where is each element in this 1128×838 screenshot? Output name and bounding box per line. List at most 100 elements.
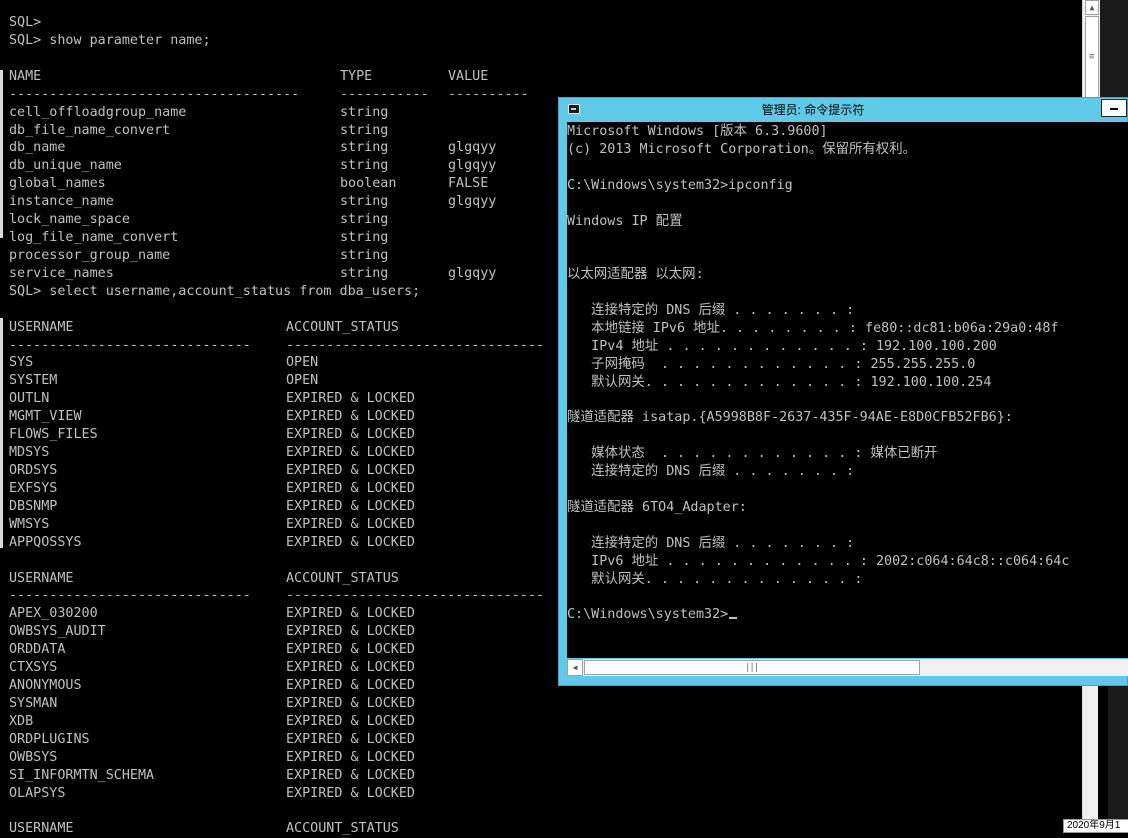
cell: EXPIRED & LOCKED bbox=[286, 391, 415, 407]
console-line: 媒体状态 . . . . . . . . . . . . : 媒体已断开 bbox=[567, 445, 937, 463]
cell: FLOWS_FILES bbox=[9, 427, 98, 443]
cell: OWBSYS_AUDIT bbox=[9, 624, 106, 640]
console-line: IPv4 地址 . . . . . . . . . . . . : 192.10… bbox=[567, 338, 997, 356]
cell: DBSNMP bbox=[9, 498, 58, 514]
selection-marker bbox=[0, 70, 3, 238]
cell: SYSTEM bbox=[9, 373, 58, 389]
console-text: 连接特定的 DNS 后缀 . . . . . . . : bbox=[567, 303, 855, 318]
cell: ------------------------------ bbox=[9, 337, 251, 353]
cell: processor_group_name bbox=[9, 247, 171, 263]
up-arrow-icon[interactable]: ▲ bbox=[1085, 0, 1099, 15]
console-line: Windows IP 配置 bbox=[567, 213, 682, 231]
cell: TYPE bbox=[340, 68, 373, 84]
console-text: 连接特定的 DNS 后缀 . . . . . . . : bbox=[567, 535, 855, 551]
cell: EXPIRED & LOCKED bbox=[286, 624, 415, 640]
column-header-row: USERNAME ACCOUNT_STATUS bbox=[9, 820, 1079, 838]
console-text: 默认网关. . . . . . . . . . . . . : 192.100.… bbox=[567, 374, 992, 390]
table-row: SI_INFORMTN_SCHEMA EXPIRED & LOCKED bbox=[9, 767, 1079, 785]
console-line: 连接特定的 DNS 后缀 . . . . . . . : bbox=[567, 535, 854, 553]
console-line: (c) 2013 Microsoft Corporation。保留所有权利。 bbox=[567, 141, 916, 159]
cell: ---------- bbox=[448, 86, 529, 102]
console-line: SQL> bbox=[9, 15, 42, 30]
cell: USERNAME bbox=[9, 319, 74, 335]
command-prompt-window[interactable]: 管理员: 命令提示符 Microsoft Windows [版本 6.3.960… bbox=[558, 97, 1128, 686]
left-arrow-icon[interactable]: ◀ bbox=[567, 659, 583, 676]
cell: MDSYS bbox=[9, 445, 50, 461]
window-titlebar[interactable]: 管理员: 命令提示符 bbox=[559, 98, 1127, 122]
cell: OPEN bbox=[286, 373, 319, 389]
console-line: 隧道适配器 6TO4_Adapter: bbox=[567, 499, 747, 517]
console-line: 默认网关. . . . . . . . . . . . . : bbox=[567, 571, 862, 589]
cell: log_file_name_convert bbox=[9, 230, 179, 246]
table-row: XDB EXPIRED & LOCKED bbox=[9, 713, 1079, 731]
minimize-button[interactable] bbox=[1101, 99, 1127, 117]
cell: string bbox=[340, 194, 389, 210]
cell: APEX_030200 bbox=[9, 606, 98, 622]
console-line: Microsoft Windows [版本 6.3.9600] bbox=[567, 123, 828, 141]
console-text: Windows IP 配置 bbox=[567, 213, 683, 229]
scroll-thumb[interactable]: ||| bbox=[584, 660, 920, 675]
cell: MGMT_VIEW bbox=[9, 409, 82, 425]
cell: EXPIRED & LOCKED bbox=[286, 785, 415, 801]
console-text: IPv4 地址 . . . . . . . . . . . . : 192.10… bbox=[567, 338, 997, 354]
cell: string bbox=[340, 230, 389, 246]
console-text: IPv6 地址 . . . . . . . . . . . . : 2002:c… bbox=[567, 553, 1070, 569]
cell: ORDPLUGINS bbox=[9, 731, 90, 747]
console-text: 媒体状态 . . . . . . . . . . . . : 媒体已断开 bbox=[567, 446, 938, 462]
console-text: 本地链接 IPv6 地址. . . . . . . . : fe80::dc81… bbox=[567, 320, 1059, 336]
table-row: OLAPSYS EXPIRED & LOCKED bbox=[9, 785, 1079, 803]
cell: EXPIRED & LOCKED bbox=[286, 445, 415, 461]
cell: -------------------------------- bbox=[286, 337, 544, 353]
cell: XDB bbox=[9, 713, 34, 729]
cell: USERNAME bbox=[9, 570, 74, 586]
selection-marker bbox=[0, 318, 3, 548]
column-header-row: NAME TYPE VALUE bbox=[9, 68, 1079, 86]
cell: lock_name_space bbox=[9, 212, 130, 228]
cell: ACCOUNT_STATUS bbox=[286, 821, 399, 837]
cell: string bbox=[340, 122, 389, 138]
cell: ACCOUNT_STATUS bbox=[286, 319, 399, 335]
console-text: Microsoft Windows [版本 6.3.9600] bbox=[567, 124, 828, 139]
console-text: C:\Windows\system32> bbox=[567, 607, 729, 623]
console-text: 子网掩码 . . . . . . . . . . . . : 255.255.2… bbox=[567, 356, 976, 372]
window-title: 管理员: 命令提示符 bbox=[761, 103, 865, 117]
cell: EXPIRED & LOCKED bbox=[286, 534, 415, 550]
window-edge bbox=[1098, 686, 1108, 831]
text-cursor bbox=[729, 617, 738, 620]
scroll-thumb[interactable]: ≡ bbox=[1085, 16, 1099, 100]
console-text: C:\Windows\system32>ipconfig bbox=[567, 177, 793, 193]
cell: string bbox=[340, 140, 389, 156]
command-prompt-line: C:\Windows\system32> bbox=[567, 606, 738, 624]
cell: USERNAME bbox=[9, 821, 74, 837]
cell: ANONYMOUS bbox=[9, 678, 82, 694]
cell: glgqyy bbox=[448, 265, 497, 281]
cell: NAME bbox=[9, 68, 42, 84]
cell: db_unique_name bbox=[9, 158, 122, 174]
console-line: C:\Windows\system32>ipconfig bbox=[567, 177, 793, 195]
cell: boolean bbox=[340, 176, 397, 192]
console-line: 连接特定的 DNS 后缀 . . . . . . . : bbox=[567, 463, 854, 481]
cell: EXPIRED & LOCKED bbox=[286, 731, 415, 747]
cell: string bbox=[340, 265, 389, 281]
cell: EXPIRED & LOCKED bbox=[286, 642, 415, 658]
cell: EXPIRED & LOCKED bbox=[286, 463, 415, 478]
cell: EXPIRED & LOCKED bbox=[286, 606, 415, 622]
horizontal-scrollbar[interactable]: ◀ ||| bbox=[567, 659, 1128, 676]
cell: cell_offloadgroup_name bbox=[9, 104, 187, 120]
grip-icon: ≡ bbox=[1089, 52, 1095, 62]
cell: glgqyy bbox=[448, 158, 497, 174]
console-line: 以太网适配器 以太网: bbox=[567, 266, 704, 284]
cell: global_names bbox=[9, 176, 106, 192]
console-text: (c) 2013 Microsoft Corporation。保留所有权利。 bbox=[567, 141, 916, 157]
cell: OUTLN bbox=[9, 391, 50, 407]
cmd-console-output[interactable]: Microsoft Windows [版本 6.3.9600] (c) 2013 … bbox=[567, 122, 1128, 658]
cell: ----------- bbox=[340, 86, 429, 102]
cell: service_names bbox=[9, 265, 114, 281]
console-text: 隧道适配器 6TO4_Adapter: bbox=[567, 499, 747, 515]
console-line: 子网掩码 . . . . . . . . . . . . : 255.255.2… bbox=[567, 356, 975, 374]
cell: WMSYS bbox=[9, 516, 50, 532]
console-line: IPv6 地址 . . . . . . . . . . . . : 2002:c… bbox=[567, 553, 1069, 571]
cell: instance_name bbox=[9, 194, 114, 210]
console-text: 默认网关. . . . . . . . . . . . . : bbox=[567, 571, 863, 587]
cell: EXPIRED & LOCKED bbox=[286, 480, 415, 496]
